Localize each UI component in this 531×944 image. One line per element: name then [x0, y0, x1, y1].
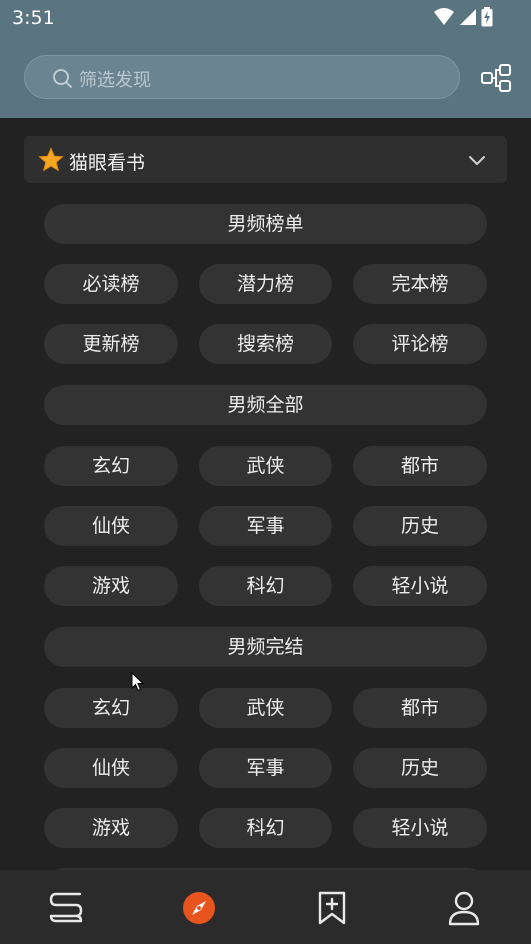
status-time: 3:51: [12, 7, 55, 29]
compass-icon: [183, 892, 215, 924]
category-pill[interactable]: 潜力榜: [199, 264, 332, 304]
discover-content[interactable]: 猫眼看书 男频榜单 必读榜 潜力榜 完本榜 更新榜 搜索榜 评论榜 男频全部 玄…: [0, 118, 531, 870]
category-pill[interactable]: 仙侠: [44, 506, 178, 546]
mouse-cursor-icon: [131, 672, 145, 692]
category-pill[interactable]: 历史: [353, 506, 487, 546]
category-pill[interactable]: 军事: [199, 506, 332, 546]
signal-icon: [460, 9, 476, 25]
category-pill[interactable]: 都市: [353, 688, 487, 728]
bookshelf-icon: [49, 892, 83, 923]
category-pill[interactable]: 搜索榜: [199, 324, 332, 364]
status-bar: 3:51: [0, 0, 531, 36]
category-pill[interactable]: 武侠: [199, 688, 332, 728]
star-icon: [38, 147, 64, 172]
section-header-male-finished[interactable]: 男频完结: [44, 627, 487, 667]
person-icon: [448, 891, 480, 926]
source-selector[interactable]: 猫眼看书: [24, 136, 507, 183]
category-pill[interactable]: 武侠: [199, 446, 332, 486]
top-bar: 筛选发现: [0, 36, 531, 118]
status-icons: [433, 7, 493, 27]
category-pill[interactable]: 游戏: [44, 566, 178, 606]
category-pill[interactable]: 轻小说: [353, 808, 487, 848]
nav-profile[interactable]: [444, 888, 484, 928]
section-header-male-rank[interactable]: 男频榜单: [44, 204, 487, 244]
section-header-male-all[interactable]: 男频全部: [44, 385, 487, 425]
battery-charging-icon: [481, 7, 493, 27]
category-pill[interactable]: 玄幻: [44, 688, 178, 728]
chevron-down-icon: [469, 156, 485, 165]
category-pill[interactable]: 评论榜: [353, 324, 487, 364]
nav-bookshelf[interactable]: [46, 888, 86, 928]
category-pill[interactable]: 科幻: [199, 566, 332, 606]
category-pill[interactable]: 游戏: [44, 808, 178, 848]
share-icon[interactable]: [480, 62, 512, 94]
category-pill[interactable]: 都市: [353, 446, 487, 486]
category-pill[interactable]: 科幻: [199, 808, 332, 848]
category-pill[interactable]: 必读榜: [44, 264, 178, 304]
search-placeholder: 筛选发现: [79, 70, 151, 91]
nav-discover[interactable]: [179, 888, 219, 928]
search-icon: [53, 69, 72, 88]
category-pill[interactable]: 完本榜: [353, 264, 487, 304]
category-pill[interactable]: 军事: [199, 748, 332, 788]
category-pill[interactable]: 历史: [353, 748, 487, 788]
wifi-icon: [434, 8, 454, 25]
category-pill[interactable]: 轻小说: [353, 566, 487, 606]
bookmark-add-icon: [318, 891, 346, 925]
category-pill[interactable]: 玄幻: [44, 446, 178, 486]
category-pill[interactable]: 更新榜: [44, 324, 178, 364]
search-input[interactable]: 筛选发现: [24, 55, 460, 99]
nav-bookmarks[interactable]: [312, 888, 352, 928]
category-pill[interactable]: 仙侠: [44, 748, 178, 788]
source-name: 猫眼看书: [69, 152, 146, 174]
bottom-nav: [0, 870, 531, 944]
